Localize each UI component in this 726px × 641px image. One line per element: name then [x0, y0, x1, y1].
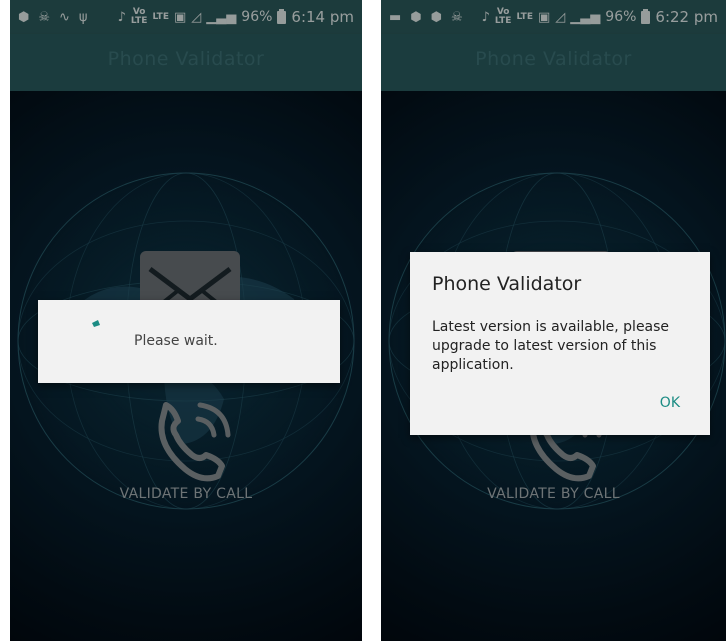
update-alert-dialog: Phone Validator Latest version is availa…	[410, 252, 710, 435]
dialog-title: Phone Validator	[432, 273, 582, 295]
progress-spinner-icon	[92, 320, 100, 327]
ok-button[interactable]: OK	[660, 395, 680, 411]
screen-loading: ⬢ ☠ ∿ ψ ♪ Vo LTE LTE ▣ ◿ ▁▃▅ 96% 6:14 pm …	[10, 0, 362, 641]
progress-message: Please wait.	[134, 333, 218, 349]
dialog-message: Latest version is available, please upgr…	[432, 319, 670, 373]
screen-update-alert: ▬ ⬢ ⬢ ☠ ♪ Vo LTE LTE ▣ ◿ ▁▃▅ 96% 6:22 pm …	[381, 0, 726, 641]
progress-dialog: Please wait.	[38, 300, 340, 383]
